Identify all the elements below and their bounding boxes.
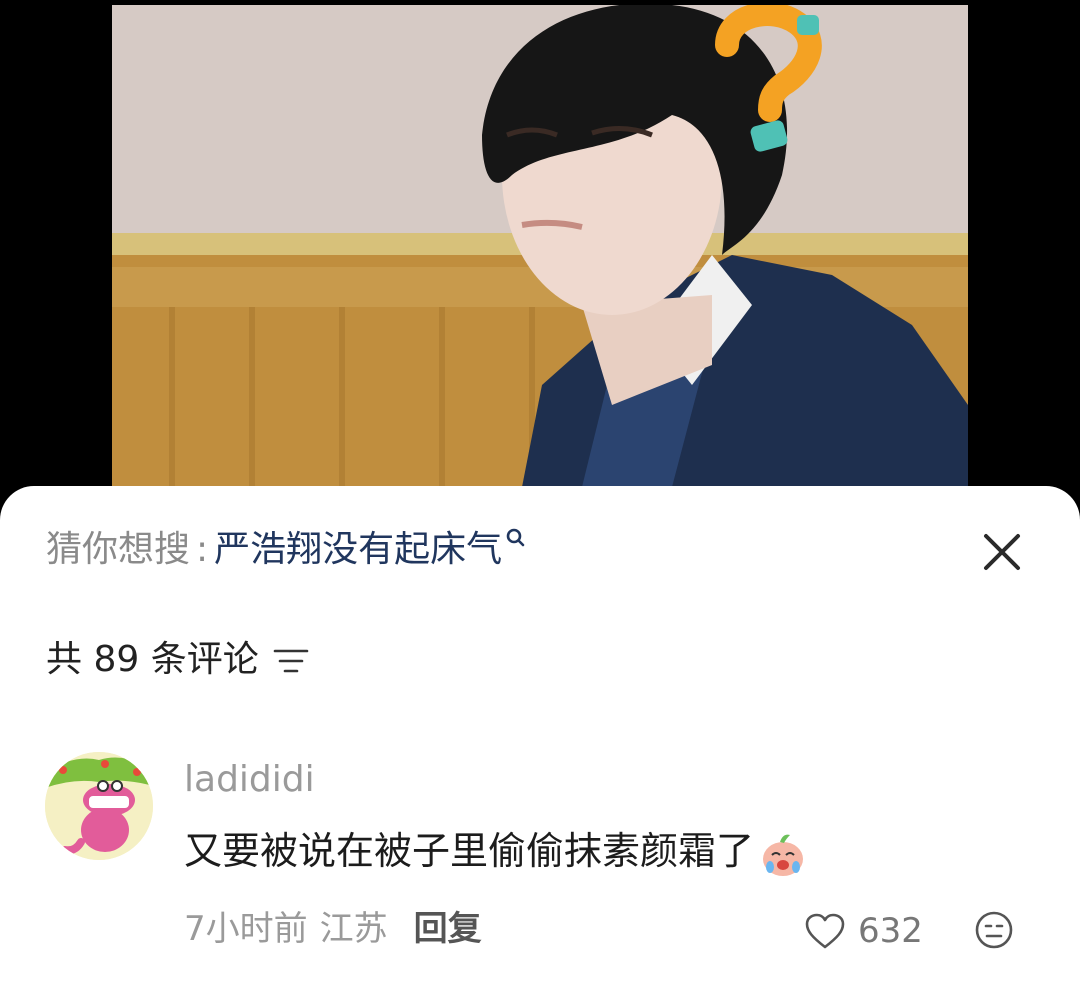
video-frame [112,5,968,487]
comments-count: 共 89 条评论 [46,639,259,680]
reply-button[interactable]: 回复 [414,909,482,949]
comment-username[interactable]: ladididi [184,758,315,802]
close-icon[interactable] [980,530,1024,574]
comment-location: 江苏 [319,909,388,949]
comment-meta: 7小时前 江苏 回复 [184,906,482,952]
like-button[interactable]: 632 [804,908,923,954]
comment-time: 7小时前 [184,909,308,949]
video-still-image [112,5,968,487]
search-icon[interactable] [504,526,526,556]
heart-outline-icon [805,913,845,949]
search-suggestion[interactable]: 猜你想搜: 严浩翔没有起床气 [46,526,526,574]
crocodile-avatar-image [45,752,153,860]
suggested-query-link[interactable]: 严浩翔没有起床气 [214,529,502,570]
comment-body: 又要被说在被子里偷偷抹素颜霜了 [184,826,808,879]
suggestion-separator: : [196,529,209,570]
comments-sheet: 猜你想搜: 严浩翔没有起床气 共 89 条评论 ladididi 又要被说在被子… [0,486,1080,990]
sort-filter-icon[interactable] [273,646,309,676]
crying-peach-sticker [763,834,804,876]
avatar[interactable] [45,752,153,860]
video-player[interactable] [0,0,1080,500]
comments-count-header: 共 89 条评论 [46,636,309,684]
comment-text: 又要被说在被子里偷偷抹素颜霜了 [184,829,755,873]
emoji-face-icon[interactable] [974,910,1014,950]
like-count: 632 [858,911,923,951]
suggestion-prefix: 猜你想搜 [46,529,191,570]
